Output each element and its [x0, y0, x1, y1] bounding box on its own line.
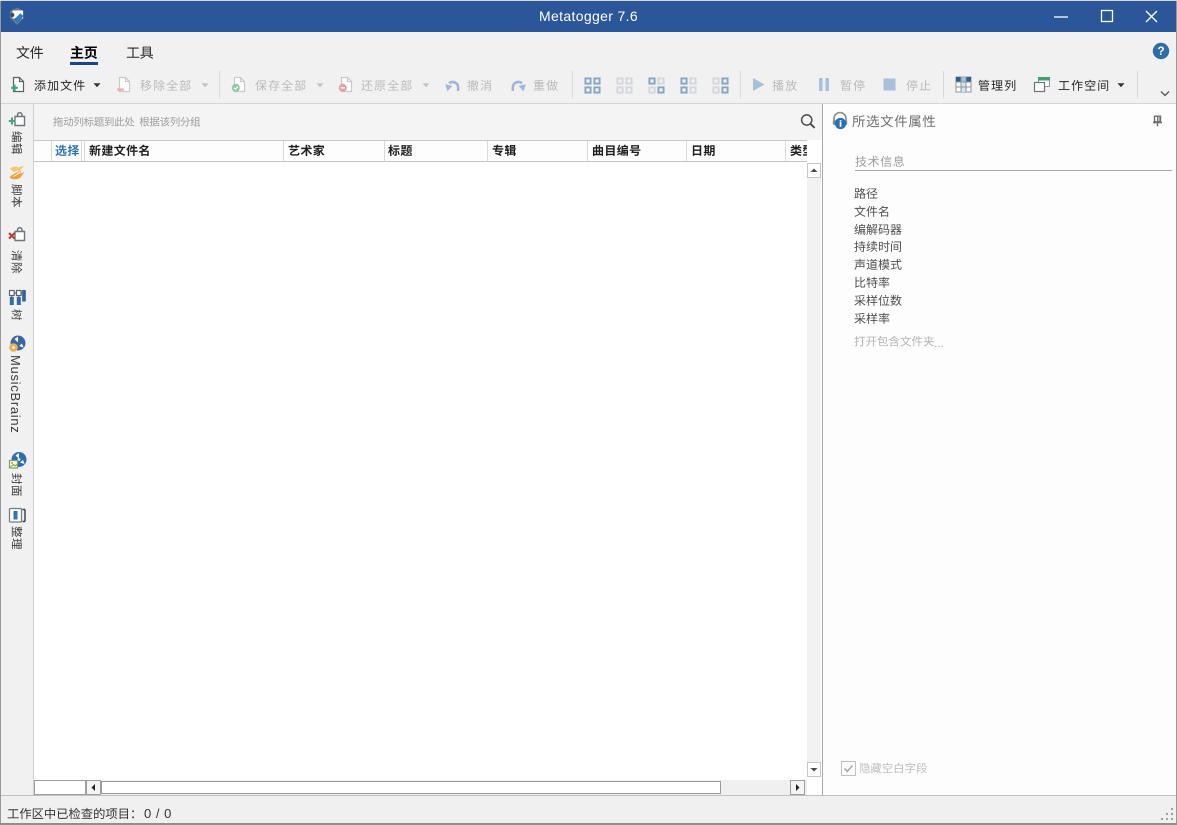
svg-text:?: ? [1157, 46, 1164, 58]
